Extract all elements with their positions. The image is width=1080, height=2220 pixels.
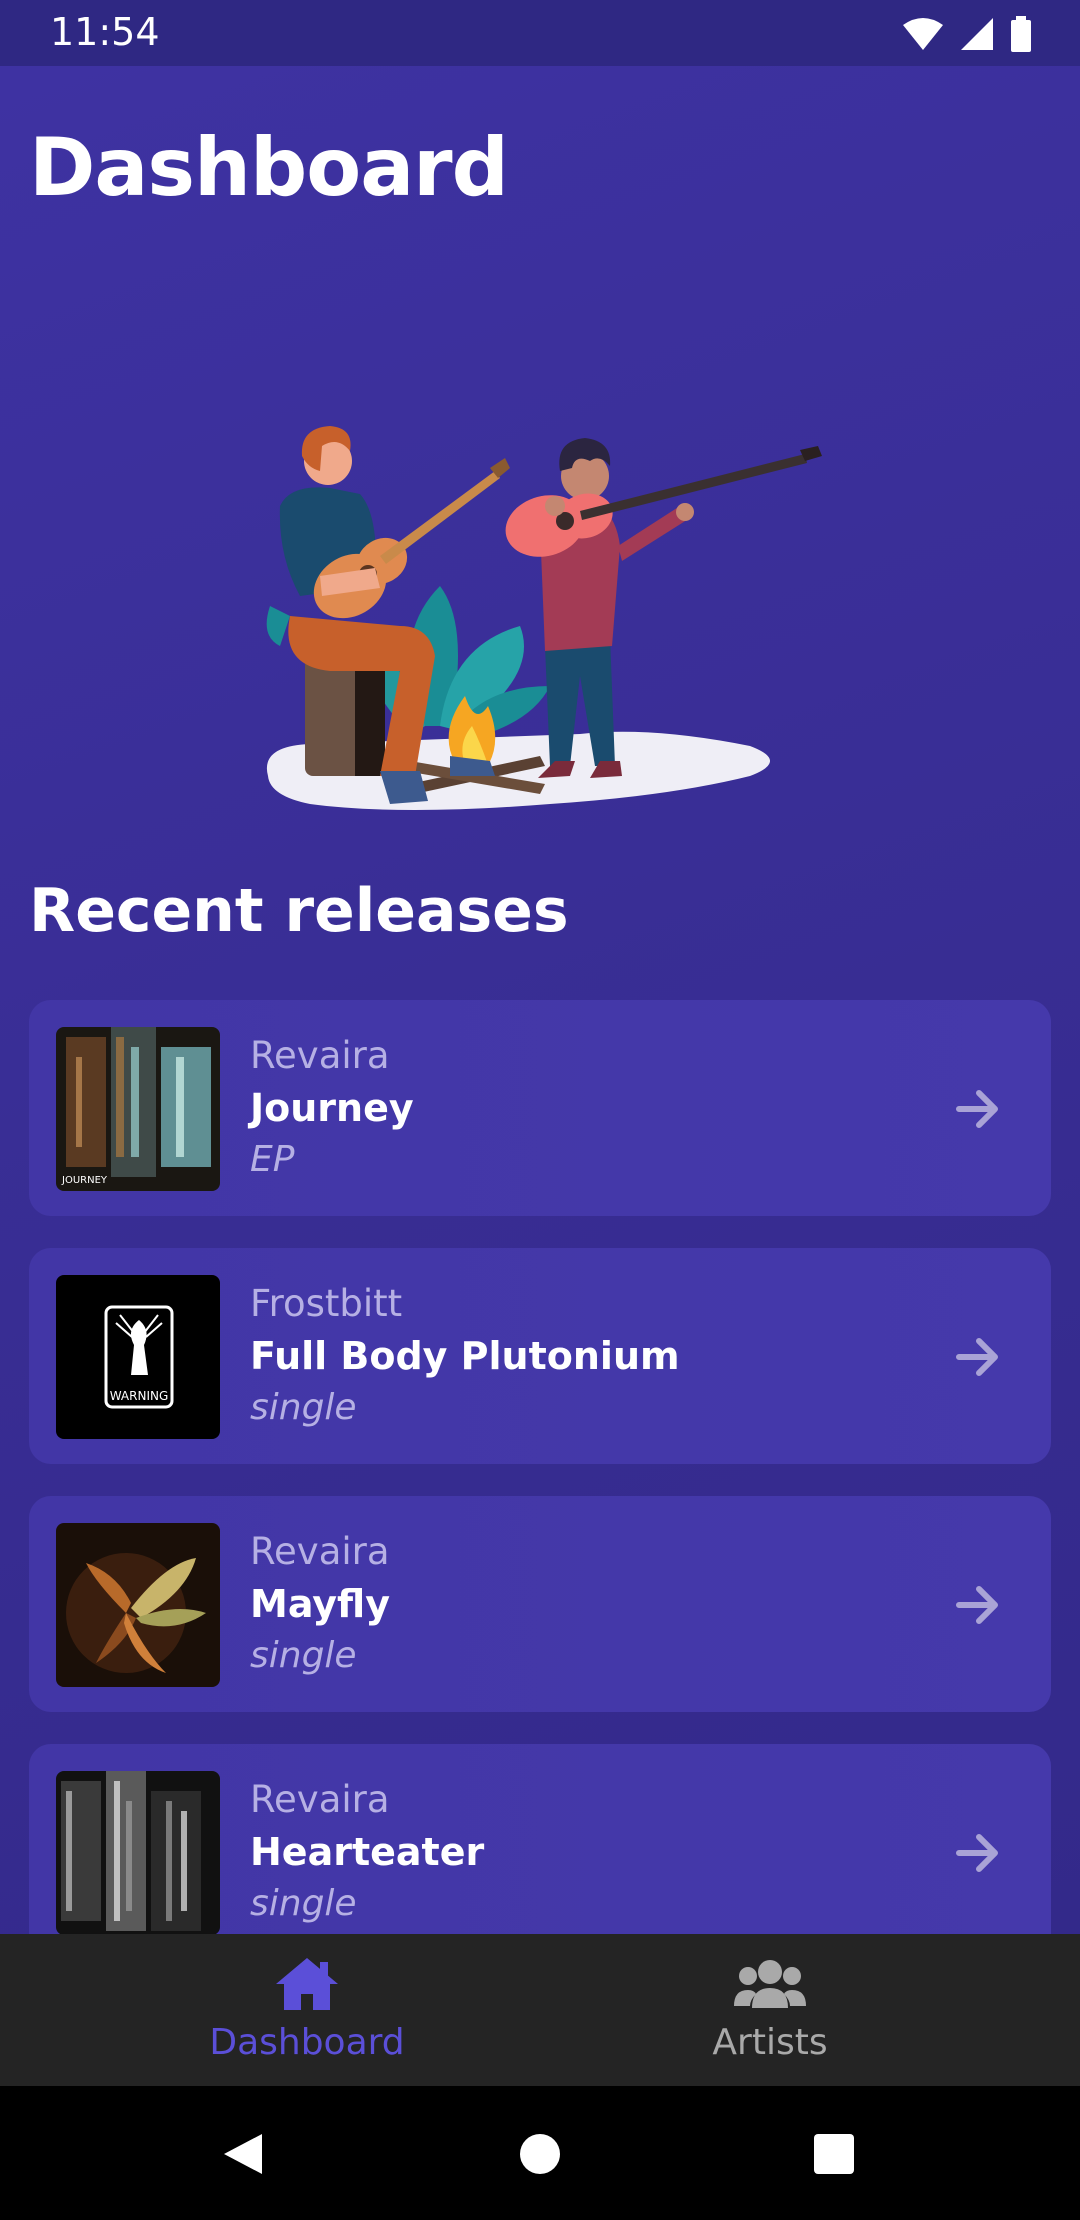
home-icon <box>276 1958 338 2010</box>
release-title: Full Body Plutonium <box>250 1334 680 1378</box>
album-cover: JOURNEY <box>56 1027 220 1191</box>
users-icon <box>734 1960 806 2008</box>
bottom-nav: Dashboard Artists <box>0 1934 1080 2086</box>
arrow-right-icon[interactable] <box>953 1332 1003 1382</box>
arrow-right-icon[interactable] <box>953 1828 1003 1878</box>
release-artist: Frostbitt <box>250 1282 403 1325</box>
release-type: single <box>250 1883 357 1924</box>
album-cover: WARNING <box>56 1275 220 1439</box>
battery-icon <box>1011 16 1031 52</box>
hero-illustration <box>266 426 822 810</box>
system-nav-bar <box>0 2086 1080 2220</box>
back-icon[interactable] <box>222 2132 264 2176</box>
app-content: Dashboard Recent releases JOURNEY Revair… <box>0 66 1080 1934</box>
status-time: 11:54 <box>50 10 160 54</box>
arrow-right-icon[interactable] <box>953 1084 1003 1134</box>
signal-icon <box>961 18 993 50</box>
release-card[interactable]: Revaira Mayfly single <box>29 1496 1051 1712</box>
page-title: Dashboard <box>29 121 509 214</box>
release-info: Revaira Journey EP <box>250 1030 414 1186</box>
release-type: single <box>250 1635 357 1676</box>
release-card[interactable]: WARNING Frostbitt Full Body Plutonium si… <box>29 1248 1051 1464</box>
release-artist: Revaira <box>250 1778 390 1821</box>
nav-item-artists[interactable]: Artists <box>620 1934 920 2086</box>
wifi-icon <box>903 18 943 50</box>
nav-label-artists: Artists <box>712 2022 828 2063</box>
cover-caption: WARNING <box>110 1389 169 1403</box>
cover-caption: JOURNEY <box>61 1175 108 1186</box>
nav-item-dashboard[interactable]: Dashboard <box>157 1934 457 2086</box>
release-artist: Revaira <box>250 1034 390 1077</box>
release-type: single <box>250 1387 357 1428</box>
release-list: JOURNEY Revaira Journey EP WARNING Frost… <box>29 1000 1051 1934</box>
release-card[interactable]: JOURNEY Revaira Journey EP <box>29 1000 1051 1216</box>
home-button-icon[interactable] <box>519 2133 561 2175</box>
nav-label-dashboard: Dashboard <box>209 2022 405 2063</box>
release-type: EP <box>250 1139 295 1180</box>
section-title: Recent releases <box>29 876 569 946</box>
album-cover <box>56 1523 220 1687</box>
release-card[interactable]: Revaira Hearteater single <box>29 1744 1051 1934</box>
status-icons <box>902 14 1032 54</box>
release-title: Journey <box>250 1086 414 1130</box>
status-bar: 11:54 <box>0 0 1080 66</box>
album-cover <box>56 1771 220 1934</box>
recents-icon[interactable] <box>813 2133 855 2175</box>
release-info: Revaira Mayfly single <box>250 1526 390 1682</box>
release-info: Frostbitt Full Body Plutonium single <box>250 1278 680 1434</box>
arrow-right-icon[interactable] <box>953 1580 1003 1630</box>
release-info: Revaira Hearteater single <box>250 1774 484 1930</box>
release-title: Mayfly <box>250 1582 390 1626</box>
release-artist: Revaira <box>250 1530 390 1573</box>
release-title: Hearteater <box>250 1830 485 1874</box>
